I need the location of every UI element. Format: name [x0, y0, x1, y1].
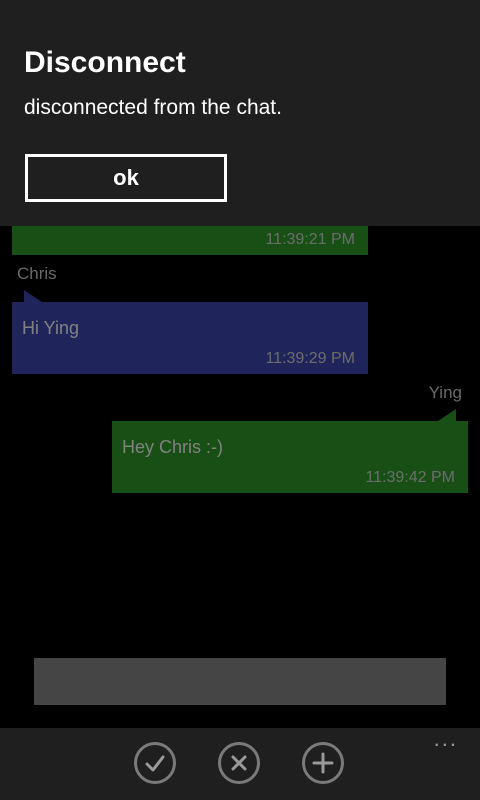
app-bar: ... [0, 728, 480, 800]
message-time: 11:39:42 PM [365, 469, 455, 486]
message-sender: Ying [428, 383, 462, 402]
more-menu-button[interactable]: ... [434, 728, 458, 750]
message-text: Hi Ying [22, 318, 80, 338]
message-text: Hey Chris :-) [122, 437, 224, 457]
message-time: 11:39:21 PM [265, 231, 355, 248]
message-sender: Chris [17, 264, 57, 283]
dialog-title: Disconnect [24, 46, 186, 79]
check-icon [145, 755, 165, 772]
cancel-button[interactable] [218, 742, 260, 784]
message-bubble: Hi Ying 11:39:29 PM [12, 302, 368, 374]
add-button[interactable] [302, 742, 344, 784]
message-bubble: Hey Chris :-) 11:39:42 PM [112, 421, 468, 493]
send-button[interactable] [134, 742, 176, 784]
message-input[interactable] [34, 658, 446, 705]
ok-button[interactable]: ok [25, 154, 227, 202]
disconnect-dialog: Disconnect disconnected from the chat. o… [0, 0, 480, 226]
dialog-message: disconnected from the chat. [24, 96, 282, 119]
add-icon [312, 752, 334, 774]
chat-screen: 11:39:21 PM Chris Hi Ying 11:39:29 PM Yi… [0, 0, 480, 800]
bubble-tail [24, 290, 42, 302]
message-time: 11:39:29 PM [265, 350, 355, 367]
bubble-tail [438, 409, 456, 421]
close-icon [231, 755, 247, 771]
